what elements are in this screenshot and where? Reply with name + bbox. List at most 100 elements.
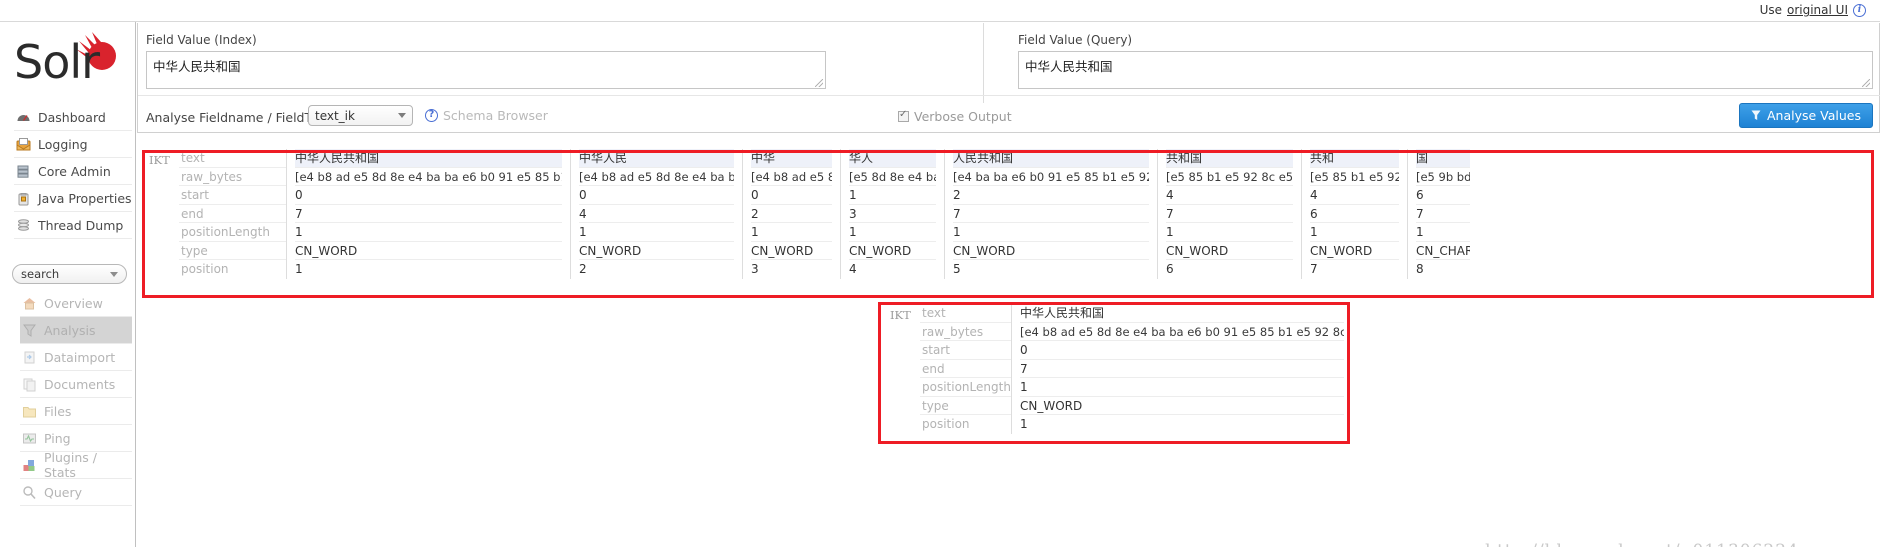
fieldtype-select[interactable]: text_ik (308, 105, 413, 126)
token-type-value: CN_WORD (849, 242, 936, 260)
sidebar-item-label: Dataimport (44, 349, 116, 365)
token-text-value: 中华人民 (579, 149, 734, 168)
token-text-value: 人民共和国 (953, 149, 1149, 168)
field-value-index-input[interactable]: 中华人民共和国 (146, 51, 826, 89)
sidebar-item-label: Core Admin (38, 163, 111, 179)
token-type-value: CN_WORD (953, 242, 1149, 260)
token-end-value: 7 (1020, 360, 1344, 378)
token-column: 中华人民[e4 b8 ad e5 8d 8e e4 ba ba e6 b0 91… (571, 149, 743, 279)
token-text-value: 中华 (751, 149, 832, 168)
sidebar-item-core-admin[interactable]: Core Admin (14, 158, 132, 185)
sidebar-item-logging[interactable]: Logging (14, 131, 132, 158)
field-value-query-input[interactable]: 中华人民共和国 (1018, 51, 1873, 89)
index-row-labels: text raw_bytes start end positionLength … (179, 149, 287, 279)
info-icon[interactable]: i (1853, 3, 1866, 17)
token-raw-bytes-value: [e5 8d 8e e4 ba ba] (849, 168, 936, 186)
token-positionLength-value: 1 (751, 223, 832, 242)
token-position-value: 2 (579, 262, 587, 276)
core-admin-icon (16, 164, 31, 179)
token-positionLength-value: 1 (1416, 223, 1470, 242)
thread-dump-icon (16, 218, 31, 233)
token-end-value: 4 (579, 205, 734, 223)
logging-icon (16, 137, 31, 152)
original-ui-link[interactable]: original UI (1787, 3, 1848, 17)
token-raw-bytes-value: [e5 9b bd] (1416, 168, 1470, 186)
analyse-values-button[interactable]: Analyse Values (1738, 103, 1873, 128)
row-label: raw_bytes (179, 168, 286, 186)
query-analyzer-row: IKT text raw_bytes start end positionLen… (880, 304, 1350, 434)
sidebar-item-query[interactable]: Query (20, 479, 132, 506)
token-text-value: 华人 (849, 149, 936, 168)
schema-browser-link[interactable]: ? Schema Browser (425, 108, 548, 123)
sidebar-item-plugins-stats[interactable]: Plugins / Stats (20, 450, 132, 480)
row-label: text (179, 149, 286, 168)
token-position-value: 1 (295, 262, 303, 276)
token-column: 中华[e4 b8 ad e5 8d 8e]021CN_WORD 3 (743, 149, 841, 279)
ping-icon (22, 431, 37, 446)
row-label: positionLength (179, 223, 286, 242)
row-label: positionLength (920, 378, 1011, 397)
sidebar-item-overview[interactable]: Overview (20, 290, 132, 317)
sidebar-item-dashboard[interactable]: Dashboard (14, 104, 132, 131)
token-position-value: 3 (751, 262, 759, 276)
solr-logo[interactable]: Solr (14, 30, 124, 92)
sidebar-item-ping[interactable]: Ping (20, 425, 132, 452)
index-analyzer-name: IKT (149, 153, 170, 167)
sidebar-core-nav: Overview Analysis Dataimport Documents F… (20, 290, 132, 506)
verbose-output-checkbox[interactable] (898, 109, 909, 122)
index-analysis-results: IKT text raw_bytes start end positionLen… (139, 143, 1879, 288)
row-label: end (179, 205, 286, 223)
sidebar-item-label: Java Properties (38, 190, 132, 206)
chevron-down-icon (398, 113, 406, 118)
row-label: text (920, 304, 1011, 323)
sidebar-item-files[interactable]: Files (20, 398, 132, 425)
plugins-stats-icon (22, 458, 37, 473)
original-ui-switch[interactable]: Use original UI i (1760, 3, 1866, 17)
core-selector-wrap: search (12, 264, 127, 284)
token-end-value: 3 (849, 205, 936, 223)
row-label: position (181, 262, 229, 276)
row-label: position (922, 417, 970, 431)
token-type-value: CN_WORD (751, 242, 832, 260)
token-positionLength-value: 1 (1310, 223, 1399, 242)
token-type-value: CN_CHAR (1416, 242, 1470, 260)
sidebar-item-thread-dump[interactable]: Thread Dump (14, 212, 132, 239)
token-position-value: 8 (1416, 262, 1424, 276)
token-end-value: 7 (1416, 205, 1470, 223)
sidebar-item-label: Overview (44, 295, 103, 311)
sidebar-item-label: Query (44, 484, 82, 500)
field-value-index-group: Field Value (Index) 中华人民共和国 (146, 33, 826, 89)
funnel-icon (1751, 110, 1761, 120)
solr-admin-page: Use original UI i Solr Dashboard Logging… (0, 0, 1880, 547)
verbose-output-toggle[interactable]: Verbose Output (898, 109, 1012, 124)
token-raw-bytes-value: [e4 b8 ad e5 8d 8e e4 ba ba e6 b0 91] (579, 168, 734, 186)
dashboard-icon (16, 110, 31, 125)
index-token-columns: 中华 人民共和国 [e4 b8 ad e5 8d 8e e4 ba ba e6 b0… (287, 149, 1879, 279)
token-type-value: CN_WORD (1020, 397, 1344, 415)
token-column: 国 [e5 9b bd] 6 7 1 CN_CHAR 8 (1408, 149, 1478, 279)
token-position-value: 7 (1310, 262, 1318, 276)
query-row-labels: text raw_bytes start end positionLength … (920, 304, 1012, 434)
token-position-value: 5 (953, 262, 961, 276)
analyse-values-label: Analyse Values (1766, 108, 1861, 123)
token-start-value: 0 (579, 186, 734, 205)
sidebar-item-documents[interactable]: Documents (20, 371, 132, 398)
token-start-value: 4 (1166, 186, 1293, 205)
sidebar-item-label: Logging (38, 136, 88, 152)
form-horizontal-divider (138, 95, 1880, 96)
sidebar-item-dataimport[interactable]: Dataimport (20, 344, 132, 371)
token-raw-bytes-value: [e4 b8 ad e5 8d 8e e4 ba ba e6 b0 91 e5 … (295, 168, 562, 186)
sidebar-item-java-properties[interactable]: Java Properties (14, 185, 132, 212)
field-value-index-label: Field Value (Index) (146, 33, 257, 47)
sidebar-item-label: Plugins / Stats (44, 450, 97, 480)
use-label: Use (1759, 3, 1782, 17)
token-end-value: 7 (1166, 205, 1293, 223)
query-analysis-results: IKT text raw_bytes start end positionLen… (880, 304, 1350, 442)
sidebar-item-analysis[interactable]: Analysis (20, 317, 132, 344)
token-column: 人民共和国[e4 ba ba e6 b0 91 e5 85 b1 e5 92 8… (945, 149, 1158, 279)
core-selector[interactable]: search (12, 264, 127, 284)
token-end-value: 7 (295, 205, 562, 223)
token-position-value: 6 (1166, 262, 1174, 276)
token-column: 共和[e5 85 b1 e5 92 8c]461CN_WORD 7 (1302, 149, 1408, 279)
token-position-value: 1 (1020, 417, 1028, 431)
